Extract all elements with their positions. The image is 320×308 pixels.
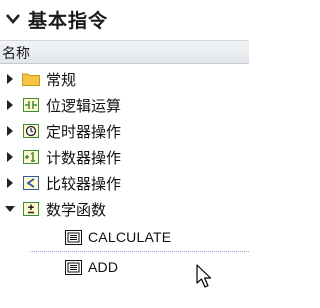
tree-item-label: 定时器操作 [46,122,122,141]
instruction-box-icon [64,259,82,275]
tree-item-timer[interactable]: 定时器操作 [0,118,249,144]
tree-item-counter[interactable]: 计数器操作 [0,144,249,170]
tree-item-label: CALCULATE [88,229,172,245]
tree-item-bit-logic[interactable]: 位逻辑运算 [0,92,249,118]
tree-item-label: 计数器操作 [46,148,122,167]
instruction-box-icon [64,229,82,245]
panel-header[interactable]: 基本指令 [0,0,249,38]
collapse-arrow-icon[interactable] [4,203,16,215]
counter-icon [22,149,40,165]
expand-arrow-icon[interactable] [4,177,16,189]
tree-item-label: 常规 [46,70,77,89]
expand-arrow-icon[interactable] [4,125,16,137]
tree-item-label: 比较器操作 [46,174,122,193]
folder-icon [22,71,40,87]
column-header-label: 名称 [2,46,30,62]
tree-item-calculate[interactable]: CALCULATE [0,222,249,252]
tree-item-label: ADD [88,259,119,275]
instruction-tree: 常规 位逻辑运算 定时器操作 计数器操作 比较器操作 数学函数 CALCULAT… [0,66,249,282]
tree-item-general[interactable]: 常规 [0,66,249,92]
panel-title: 基本指令 [28,9,109,32]
math-functions-icon [22,201,40,217]
bit-logic-icon [22,97,40,113]
expand-arrow-icon[interactable] [4,73,16,85]
tree-item-label: 数学函数 [46,200,107,219]
instructions-panel: 基本指令 名称 常规 位逻辑运算 定时器操作 计数器操作 比较器操作 数学函数 … [0,0,249,308]
chevron-down-icon[interactable] [6,12,20,26]
tree-item-math-functions[interactable]: 数学函数 [0,196,249,222]
expand-arrow-icon[interactable] [4,99,16,111]
timer-icon [22,123,40,139]
expand-arrow-icon[interactable] [4,151,16,163]
comparator-icon [22,175,40,191]
column-header-name[interactable]: 名称 [0,40,249,64]
tree-item-label: 位逻辑运算 [46,96,122,115]
mouse-cursor-icon [196,264,216,290]
tree-item-comparator[interactable]: 比较器操作 [0,170,249,196]
